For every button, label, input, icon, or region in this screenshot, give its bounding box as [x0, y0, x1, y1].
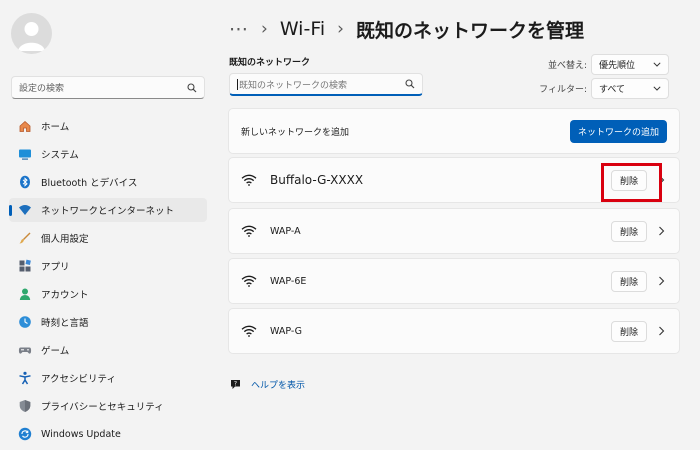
sidebar-item-home[interactable]: ホーム [9, 114, 207, 138]
chevron-down-icon [653, 86, 661, 91]
user-avatar[interactable] [11, 13, 52, 54]
known-networks-search-placeholder: 既知のネットワークの検索 [239, 80, 348, 91]
sidebar-item-label: アカウント [41, 290, 89, 301]
sidebar-item-label: Windows Update [41, 428, 121, 440]
sidebar-item-apps[interactable]: アプリ [9, 254, 207, 278]
wifi-icon [241, 275, 257, 287]
sort-dropdown[interactable]: 優先順位 [591, 54, 669, 75]
sidebar-item-network[interactable]: ネットワークとインターネット [9, 198, 207, 222]
help-icon: ? [229, 378, 242, 391]
brush-icon [18, 231, 32, 245]
shield-icon [18, 399, 32, 413]
sidebar-item-label: ネットワークとインターネット [41, 206, 175, 217]
help-link[interactable]: ? ヘルプを表示 [229, 378, 305, 391]
sidebar-item-label: ゲーム [41, 346, 70, 357]
search-icon [187, 82, 197, 92]
search-icon [405, 79, 415, 89]
chevron-right-icon: › [261, 19, 268, 39]
wifi-icon [241, 174, 257, 186]
network-name: WAP-G [270, 325, 303, 337]
sidebar-item-system[interactable]: システム [9, 142, 207, 166]
sidebar-item-bluetooth[interactable]: Bluetooth とデバイス [9, 170, 207, 194]
chevron-right-icon[interactable] [658, 276, 665, 286]
sidebar-item-gaming[interactable]: ゲーム [9, 338, 207, 362]
filter-dropdown[interactable]: すべて [591, 78, 669, 99]
sort-value: 優先順位 [599, 61, 636, 71]
filter-value: すべて [599, 85, 626, 95]
sidebar-item-accessibility[interactable]: アクセシビリティ [9, 366, 207, 390]
sidebar-item-label: 時刻と言語 [41, 318, 89, 329]
text-cursor [237, 78, 238, 90]
bluetooth-icon [18, 175, 32, 189]
settings-search-input[interactable]: 設定の検索 [11, 76, 205, 99]
delete-button[interactable]: 削除 [611, 270, 647, 292]
add-network-card: 新しいネットワークを追加 ネットワークの追加 [228, 108, 680, 154]
network-name: WAP-A [270, 225, 301, 237]
account-icon [18, 287, 32, 301]
sidebar-nav: ホーム システム Bluetooth とデバイス ネットワークとインターネット … [9, 114, 207, 450]
sidebar-item-label: 個人用設定 [41, 234, 89, 245]
network-row[interactable]: WAP-A 削除 [228, 208, 680, 254]
chevron-right-icon[interactable] [658, 226, 665, 236]
breadcrumb-wifi-link[interactable]: Wi-Fi [280, 18, 325, 40]
network-row[interactable]: WAP-G 削除 [228, 308, 680, 354]
wifi-icon [241, 325, 257, 337]
network-name: WAP-6E [270, 275, 307, 287]
known-networks-label: 既知のネットワーク [229, 58, 311, 68]
network-name: Buffalo-G-XXXX [270, 173, 364, 187]
add-network-text: 新しいネットワークを追加 [241, 127, 350, 138]
delete-button[interactable]: 削除 [611, 320, 647, 342]
breadcrumb: ⋯ › Wi-Fi › 既知のネットワークを管理 [229, 14, 584, 44]
accessibility-icon [18, 371, 32, 385]
windows-update-icon [18, 427, 32, 441]
settings-search-placeholder: 設定の検索 [19, 84, 65, 94]
filter-label: フィルター: [539, 85, 587, 95]
gamepad-icon [18, 343, 32, 357]
clock-globe-icon [18, 315, 32, 329]
chevron-right-icon: › [337, 19, 344, 39]
breadcrumb-overflow-button[interactable]: ⋯ [229, 18, 249, 40]
delete-button[interactable]: 削除 [611, 220, 647, 242]
sidebar-item-windows-update[interactable]: Windows Update [9, 422, 207, 446]
sidebar-item-privacy-security[interactable]: プライバシーとセキュリティ [9, 394, 207, 418]
sidebar-item-label: システム [41, 150, 79, 161]
sidebar-item-accounts[interactable]: アカウント [9, 282, 207, 306]
network-icon [18, 203, 32, 217]
apps-icon [18, 259, 32, 273]
sidebar-item-label: Bluetooth とデバイス [41, 178, 138, 189]
sort-label: 並べ替え: [547, 61, 587, 71]
sidebar-item-label: ホーム [41, 122, 70, 133]
sidebar-item-label: アプリ [41, 262, 70, 273]
page-title: 既知のネットワークを管理 [355, 19, 584, 42]
wifi-icon [241, 225, 257, 237]
highlight-box [601, 163, 662, 202]
chevron-right-icon[interactable] [658, 326, 665, 336]
add-network-button[interactable]: ネットワークの追加 [569, 119, 667, 143]
home-icon [18, 119, 32, 133]
sidebar-item-label: プライバシーとセキュリティ [41, 402, 164, 413]
sidebar-item-time-language[interactable]: 時刻と言語 [9, 310, 207, 334]
person-icon [18, 22, 45, 51]
chevron-down-icon [653, 62, 661, 67]
sidebar-item-personalization[interactable]: 個人用設定 [9, 226, 207, 250]
known-networks-search-input[interactable]: 既知のネットワークの検索 [229, 73, 423, 96]
svg-text:?: ? [234, 380, 237, 387]
system-icon [18, 147, 32, 161]
network-row[interactable]: WAP-6E 削除 [228, 258, 680, 304]
sidebar-item-label: アクセシビリティ [41, 374, 116, 385]
help-link-label: ヘルプを表示 [251, 381, 306, 391]
